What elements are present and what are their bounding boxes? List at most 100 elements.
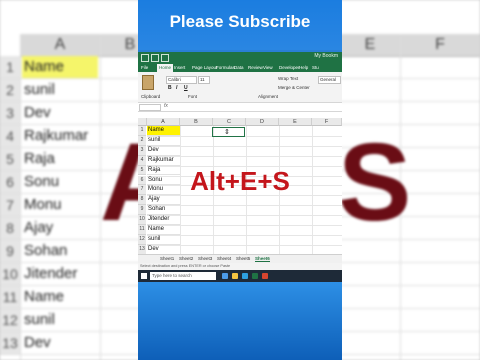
bg-column-header-e: E <box>340 34 400 57</box>
shortcut-overlay-text: Alt+E+S <box>190 166 290 196</box>
excel-taskbar-icon[interactable] <box>252 273 258 279</box>
undo-icon[interactable] <box>151 54 159 62</box>
sheet-tab-sheet3[interactable]: Sheet3 <box>198 256 212 261</box>
cell-a1[interactable]: Name <box>147 126 180 136</box>
wrap-text-button[interactable]: Wrap Text <box>278 76 298 81</box>
column-header-c[interactable]: C <box>213 118 246 126</box>
windows-taskbar: Type here to search <box>138 270 342 282</box>
cell-a4[interactable]: Rajkumar <box>147 156 180 166</box>
sheet-tab-sheet2[interactable]: Sheet2 <box>179 256 193 261</box>
merge-center-button[interactable]: Merge & Center <box>278 85 310 90</box>
font-group-label: Font <box>188 94 198 99</box>
cell-a2[interactable]: sunil <box>147 136 180 146</box>
ribbon-tab-stu[interactable]: Stu <box>312 65 319 70</box>
bg-cell: sunil <box>24 81 55 98</box>
bg-row-number: 11 <box>0 286 20 308</box>
ribbon-tab-file[interactable]: File <box>141 65 148 70</box>
bg-row-number: 1 <box>0 56 20 78</box>
column-header-b[interactable]: B <box>180 118 213 126</box>
sheet-tab-sheet1[interactable]: Sheet1 <box>160 256 174 261</box>
paste-icon[interactable] <box>142 75 154 90</box>
row-header[interactable]: 1 <box>138 126 146 136</box>
bg-cell: Jitender <box>24 265 78 282</box>
bg-cell: Sohan <box>24 242 68 259</box>
bg-row-number: 12 <box>0 309 20 331</box>
edge-icon[interactable] <box>242 273 248 279</box>
alignment-group-label: Alignment <box>258 94 279 99</box>
ribbon-tab-help[interactable]: Help <box>299 65 308 70</box>
bg-cell: Ajay <box>24 219 54 236</box>
formula-bar: fx <box>138 103 342 112</box>
font-size-select[interactable]: 11 <box>198 76 210 84</box>
sheet-tab-sheet4[interactable]: Sheet4 <box>217 256 231 261</box>
bg-row-number: 8 <box>0 217 20 239</box>
row-header[interactable]: 4 <box>138 155 146 166</box>
cell-a11[interactable]: Name <box>147 225 180 235</box>
title-bar: My Bookm <box>138 52 342 63</box>
ribbon-tab-review[interactable]: Review <box>248 65 263 70</box>
row-header[interactable]: 9 <box>138 205 146 216</box>
italic-button[interactable]: I <box>176 85 177 91</box>
ribbon-tab-formulas[interactable]: Formulas <box>216 65 235 70</box>
status-bar: Select destination and press ENTER or ch… <box>138 263 342 270</box>
subscribe-banner: Please Subscribe <box>169 12 311 31</box>
bg-cell: Name <box>24 58 65 75</box>
name-box[interactable] <box>139 104 161 111</box>
bg-cell: Dev <box>24 104 51 121</box>
desktop-wallpaper <box>138 282 342 360</box>
window-title: My Bookm <box>314 53 338 59</box>
bg-cell: Name <box>24 288 65 305</box>
select-all-corner[interactable] <box>138 118 147 126</box>
ribbon-tab-view[interactable]: View <box>263 65 273 70</box>
windows-start-icon[interactable] <box>141 273 147 279</box>
bg-row-number: 13 <box>0 332 20 354</box>
ribbon-tabs: File Home Insert Page Layout Formulas Data Rev… <box>138 63 342 72</box>
column-header-d[interactable]: D <box>246 118 279 126</box>
bg-cell: Rajkumar <box>24 127 89 144</box>
font-name-select[interactable]: Calibri <box>166 76 197 84</box>
row-header[interactable]: 3 <box>138 145 146 156</box>
cell-a9[interactable]: Sohan <box>147 205 180 216</box>
task-view-icon[interactable] <box>222 273 228 279</box>
row-header[interactable]: 11 <box>138 225 146 235</box>
ribbon-tab-page-layout[interactable]: Page Layout <box>192 65 217 70</box>
file-explorer-icon[interactable] <box>232 273 238 279</box>
taskbar-search-input[interactable]: Type here to search <box>150 272 216 280</box>
underline-button[interactable]: U <box>184 85 188 91</box>
ribbon: Clipboard Calibri 11 B I U Font Wrap Tex… <box>138 72 342 103</box>
ribbon-tab-insert[interactable]: Insert <box>174 65 185 70</box>
bg-row-number: 9 <box>0 240 20 262</box>
column-header-f[interactable]: F <box>312 118 342 126</box>
chrome-icon[interactable] <box>262 273 268 279</box>
bg-cell: Dev <box>24 334 51 351</box>
row-header[interactable]: 2 <box>138 135 146 146</box>
bg-cell: sunil <box>24 311 55 328</box>
bg-row-number: 10 <box>0 263 20 285</box>
ribbon-tab-home[interactable]: Home <box>157 64 174 72</box>
ribbon-tab-data[interactable]: Data <box>234 65 244 70</box>
bg-row-number: 7 <box>0 194 20 216</box>
bg-row-number: 2 <box>0 79 20 101</box>
cell-a3[interactable]: Dev <box>147 146 180 156</box>
row-header[interactable]: 12 <box>138 234 146 245</box>
autosave-icon[interactable] <box>141 54 149 62</box>
clipboard-group-label: Clipboard <box>141 94 161 99</box>
column-header-e[interactable]: E <box>279 118 312 126</box>
bg-column-header-f: F <box>400 34 480 57</box>
sheet-tab-sheet6[interactable]: Sheet6 <box>255 256 270 262</box>
bold-button[interactable]: B <box>168 85 172 91</box>
cell-a10[interactable]: Jitender <box>147 215 180 225</box>
ribbon-tab-developer[interactable]: Developer <box>279 65 300 70</box>
row-header[interactable]: 10 <box>138 215 146 225</box>
fx-label: fx <box>164 103 168 109</box>
bg-cell: Monu <box>24 196 62 213</box>
bg-row-number: 3 <box>0 102 20 124</box>
banner-area: Please Subscribe <box>138 0 342 50</box>
redo-icon[interactable] <box>161 54 169 62</box>
number-format-select[interactable]: General <box>318 76 341 84</box>
cursor-icon: ⇕ <box>224 129 230 136</box>
column-header-a[interactable]: A <box>147 118 180 126</box>
bg-row-number: 4 <box>0 125 20 147</box>
cell-a12[interactable]: sunil <box>147 235 180 245</box>
sheet-tab-sheet5[interactable]: Sheet5 <box>236 256 250 261</box>
